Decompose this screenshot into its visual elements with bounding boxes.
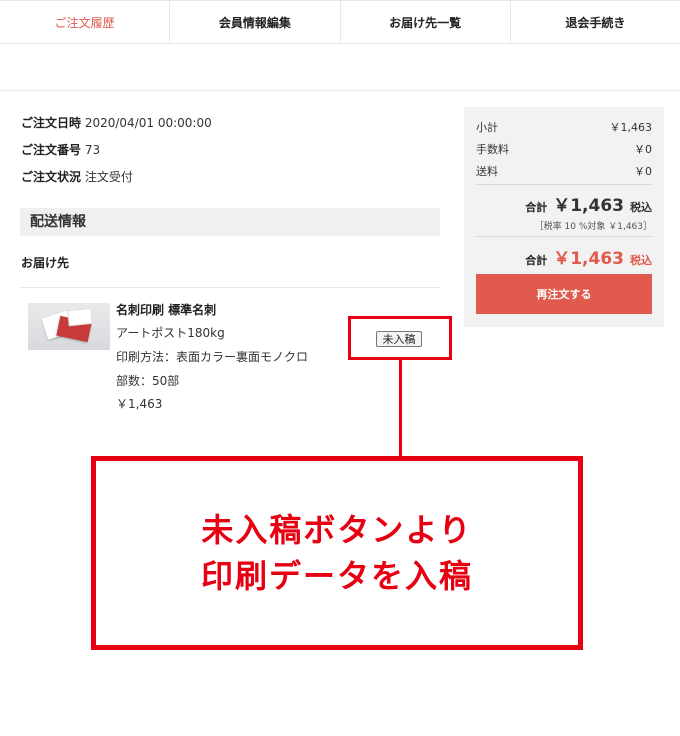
subtotal-value: ￥1,463 [609, 121, 653, 134]
total-value: ￥1,463 [553, 196, 624, 216]
summary-divider [476, 184, 652, 185]
order-number-label: ご注文番号 [21, 143, 82, 157]
item-print-method: 印刷方法：表面カラー裏面モノクロ [116, 350, 309, 364]
fee-label: 手数料 [476, 143, 509, 156]
tab-order-history[interactable]: ご注文履歴 [0, 1, 171, 43]
summary-divider-2 [476, 236, 652, 237]
order-number: ご注文番号 73 [21, 141, 100, 158]
grand-total-row: 合計 ￥1,463 税込 [525, 244, 652, 269]
upload-data-button[interactable]: 未入稿 [376, 331, 422, 347]
item-divider [20, 287, 440, 288]
tab-withdraw[interactable]: 退会手続き [511, 1, 680, 43]
fee-value: ￥0 [634, 143, 652, 156]
section-divider [0, 90, 680, 91]
item-paper: アートポスト180kg [116, 326, 225, 340]
shipping-fee-row: 送料 ￥0 [476, 163, 652, 179]
order-date-label: ご注文日時 [21, 116, 82, 130]
product-thumbnail [28, 303, 110, 350]
shipping-section-title: 配送情報 [20, 208, 440, 236]
order-status-value: 注文受付 [84, 170, 133, 184]
order-summary-box: 小計 ￥1,463 手数料 ￥0 送料 ￥0 合計 ￥1,463 税込 ［税率 … [464, 107, 664, 327]
reorder-button[interactable]: 再注文する [476, 274, 652, 314]
callout-line-1: 未入稿ボタンより [201, 511, 473, 549]
annotation-connector [399, 359, 402, 457]
total-row: 合計 ￥1,463 税込 [525, 191, 652, 216]
order-status: ご注文状況 注文受付 [21, 168, 133, 185]
tab-edit-member-info[interactable]: 会員情報編集 [170, 1, 341, 43]
order-date: ご注文日時 2020/04/01 00:00:00 [21, 114, 212, 131]
item-price: ￥1,463 [116, 397, 163, 411]
annotation-callout: 未入稿ボタンより 印刷データを入稿 [91, 456, 583, 650]
shipping-fee-label: 送料 [476, 165, 498, 178]
tab-delivery-addresses[interactable]: お届け先一覧 [341, 1, 511, 43]
tax-note: ［税率 10 %対象 ￥1,463］ [534, 222, 652, 232]
fee-row: 手数料 ￥0 [476, 141, 652, 157]
order-status-label: ご注文状況 [21, 170, 82, 184]
delivery-address-label: お届け先 [21, 256, 70, 270]
subtotal-row: 小計 ￥1,463 [476, 119, 652, 135]
grand-total-value: ￥1,463 [553, 249, 624, 269]
order-date-value: 2020/04/01 00:00:00 [84, 116, 212, 130]
mypage-tabs: ご注文履歴 会員情報編集 お届け先一覧 退会手続き [0, 0, 680, 44]
item-name: 名刺印刷 標準名刺 [116, 303, 217, 317]
grand-total-tax-label: 税込 [630, 254, 652, 267]
shipping-fee-value: ￥0 [634, 165, 652, 178]
total-label: 合計 [525, 201, 548, 214]
subtotal-label: 小計 [476, 121, 498, 134]
callout-line-2: 印刷データを入稿 [200, 557, 473, 595]
item-quantity: 部数：50部 [116, 374, 180, 388]
order-number-value: 73 [84, 143, 101, 157]
total-tax-label: 税込 [630, 201, 652, 214]
grand-total-label: 合計 [525, 254, 548, 267]
